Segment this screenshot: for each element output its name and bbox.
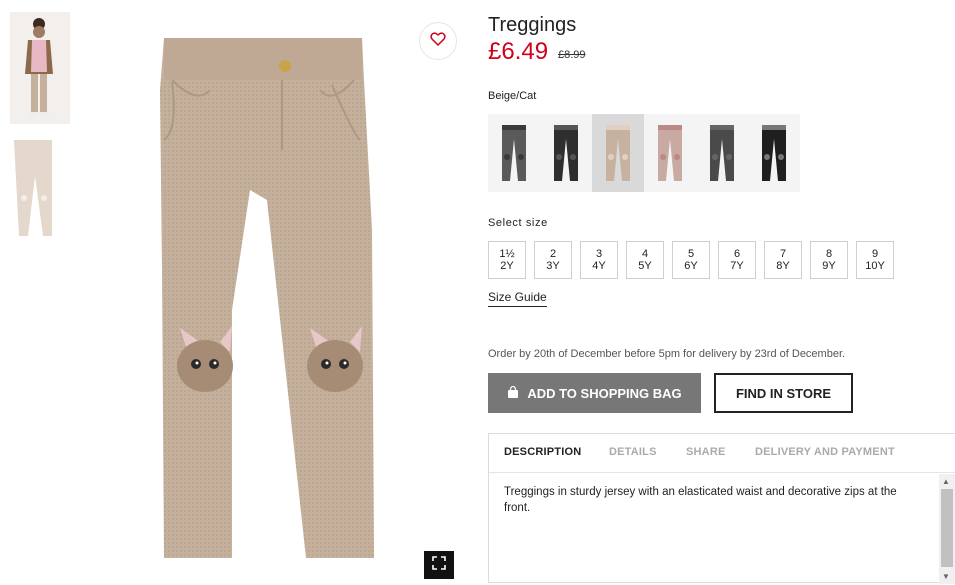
product-info-panel: Treggings £6.49 £8.99 Beige/Cat Select s… xyxy=(488,0,955,584)
heart-icon xyxy=(430,31,446,51)
expand-icon xyxy=(432,555,446,575)
color-swatch[interactable] xyxy=(488,114,540,192)
size-age-label: 7 xyxy=(779,248,787,260)
swatch-leggings-image xyxy=(502,125,526,181)
color-swatch[interactable] xyxy=(696,114,748,192)
size-year-label: 9Y xyxy=(822,260,836,272)
size-option[interactable]: 4 5Y xyxy=(626,241,664,279)
tab-details[interactable]: DETAILS xyxy=(609,446,657,458)
size-year-label: 7Y xyxy=(730,260,744,272)
main-product-image xyxy=(92,10,464,580)
original-price: £8.99 xyxy=(558,49,586,61)
scroll-down-icon[interactable]: ▼ xyxy=(942,572,950,581)
size-option[interactable]: 6 7Y xyxy=(718,241,756,279)
product-tabs-panel: DESCRIPTION DETAILS SHARE DELIVERY AND P… xyxy=(488,433,955,584)
size-options: 1½ 2Y 2 3Y 3 4Y 4 5Y 5 6Y 6 7Y 7 8Y 8 9Y 9 10Y xyxy=(488,241,894,279)
thumbnail-list xyxy=(10,12,72,260)
size-age-label: 5 xyxy=(687,248,695,260)
favorite-button[interactable] xyxy=(419,22,457,60)
size-year-label: 10Y xyxy=(865,260,885,272)
tab-share[interactable]: SHARE xyxy=(686,446,726,458)
swatch-leggings-image xyxy=(658,125,682,181)
size-year-label: 5Y xyxy=(638,260,652,272)
add-to-bag-button[interactable]: ADD TO SHOPPING BAG xyxy=(488,373,701,413)
size-age-label: 4 xyxy=(641,248,649,260)
add-to-bag-label: ADD TO SHOPPING BAG xyxy=(527,385,682,401)
find-in-store-button[interactable]: FIND IN STORE xyxy=(714,373,853,413)
tab-description[interactable]: DESCRIPTION xyxy=(504,446,581,458)
size-option[interactable]: 9 10Y xyxy=(856,241,894,279)
size-option[interactable]: 2 3Y xyxy=(534,241,572,279)
description-scrollbar[interactable]: ▲ ▼ xyxy=(939,474,955,584)
product-title: Treggings xyxy=(488,14,577,36)
size-year-label: 2Y xyxy=(500,260,514,272)
delivery-note: Order by 20th of December before 5pm for… xyxy=(488,348,846,360)
size-year-label: 8Y xyxy=(776,260,790,272)
model-photo-image xyxy=(25,18,53,117)
selected-color-name: Beige/Cat xyxy=(488,90,537,102)
shopping-bag-icon xyxy=(507,385,519,401)
size-option[interactable]: 7 8Y xyxy=(764,241,802,279)
size-year-label: 4Y xyxy=(592,260,606,272)
tab-delivery-payment[interactable]: DELIVERY AND PAYMENT xyxy=(755,446,895,458)
thumbnail-product[interactable] xyxy=(10,136,70,248)
select-size-label: Select size xyxy=(488,217,548,229)
color-swatches xyxy=(488,114,800,192)
size-age-label: 9 xyxy=(871,248,879,260)
treggings-image xyxy=(160,38,374,558)
size-option[interactable]: 5 6Y xyxy=(672,241,710,279)
tab-bar: DESCRIPTION DETAILS SHARE DELIVERY AND P… xyxy=(489,434,955,473)
thumbnail-model[interactable] xyxy=(10,12,70,124)
size-option[interactable]: 3 4Y xyxy=(580,241,618,279)
sale-price: £6.49 xyxy=(488,38,549,65)
size-age-label: 2 xyxy=(549,248,557,260)
scroll-up-icon[interactable]: ▲ xyxy=(942,477,950,486)
size-age-label: 8 xyxy=(825,248,833,260)
size-age-label: 3 xyxy=(595,248,603,260)
color-swatch[interactable] xyxy=(748,114,800,192)
size-year-label: 6Y xyxy=(684,260,698,272)
swatch-leggings-image xyxy=(762,125,786,181)
swatch-leggings-image xyxy=(554,125,578,181)
expand-image-button[interactable] xyxy=(424,551,454,579)
size-age-label: 6 xyxy=(733,248,741,260)
description-text: Treggings in sturdy jersey with an elast… xyxy=(504,486,897,514)
swatch-leggings-image xyxy=(606,125,630,181)
color-swatch[interactable] xyxy=(644,114,696,192)
swatch-leggings-image xyxy=(710,125,734,181)
size-age-label: 1½ xyxy=(499,248,515,260)
size-year-label: 3Y xyxy=(546,260,560,272)
product-photo-image xyxy=(14,140,52,236)
size-guide-link[interactable]: Size Guide xyxy=(488,290,547,307)
size-option[interactable]: 8 9Y xyxy=(810,241,848,279)
color-swatch[interactable] xyxy=(540,114,592,192)
scrollbar-thumb[interactable] xyxy=(941,489,953,567)
color-swatch[interactable] xyxy=(592,114,644,192)
size-option[interactable]: 1½ 2Y xyxy=(488,241,526,279)
